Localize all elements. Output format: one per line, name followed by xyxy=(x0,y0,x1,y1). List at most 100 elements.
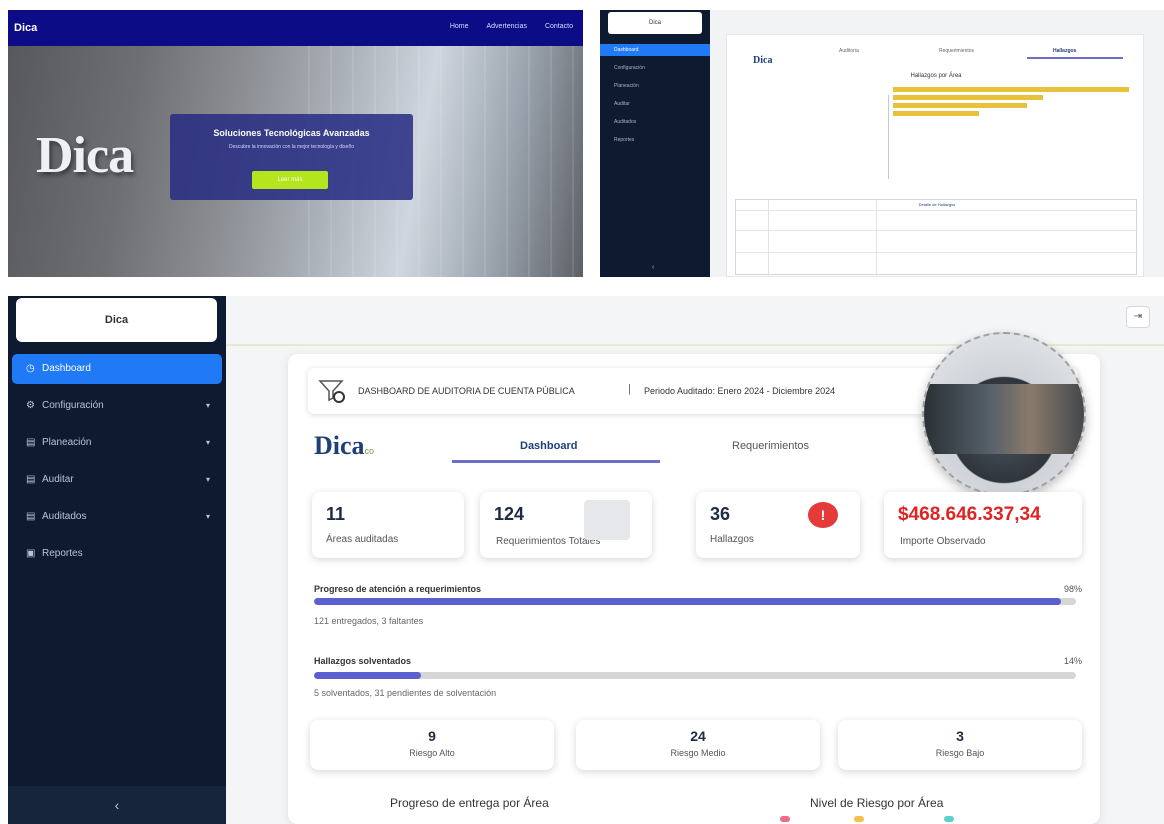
sidebar-item-configuracion[interactable]: Configuración xyxy=(600,62,710,74)
export-icon[interactable]: ⇥ xyxy=(1126,306,1150,328)
navbar-logo[interactable]: Dica xyxy=(14,22,37,34)
kpi-requerimientos: 124 Requerimientos Totales xyxy=(480,492,652,558)
kpi-hallazgos: 36 Hallazgos ! xyxy=(696,492,860,558)
nav-link-contacto[interactable]: Contacto xyxy=(545,23,573,30)
bar xyxy=(893,87,1129,92)
hero-card-subtitle: Descubre la innovación con la mejor tecn… xyxy=(228,144,355,150)
documents-icon xyxy=(584,500,630,540)
legend-swatch xyxy=(854,816,864,822)
sidebar-brand[interactable]: Dica xyxy=(16,298,217,342)
sidebar-item-dashboard[interactable]: ◷ Dashboard xyxy=(12,354,222,384)
sidebar-item-auditar[interactable]: Auditar xyxy=(600,98,710,110)
risk-value: 9 xyxy=(428,728,436,744)
sidebar-item-dashboard[interactable]: Dashboard xyxy=(600,44,710,56)
header-separator: | xyxy=(628,383,631,395)
hero-card-title: Soluciones Tecnológicas Avanzadas xyxy=(213,128,370,138)
chart-title: Hallazgos por Área xyxy=(910,73,962,79)
nav-link-advertencias[interactable]: Advertencias xyxy=(487,23,527,30)
calendar-icon: ▤ xyxy=(26,437,36,448)
sidebar-item-label: Planeación xyxy=(42,437,92,448)
risk-low-card: 3 Riesgo Bajo xyxy=(838,720,1082,770)
magnifier-overlay xyxy=(922,332,1086,496)
audit-period: Periodo Auditado: Enero 2024 - Diciembre… xyxy=(644,386,836,396)
dashboard-logo: Dicaco xyxy=(314,431,374,461)
kpi-label: Importe Observado xyxy=(900,536,986,547)
sidebar-item-reportes[interactable]: ▣ Reportes xyxy=(12,539,222,569)
kpi-label: Áreas auditadas xyxy=(326,534,399,545)
dashboard-icon: ◷ xyxy=(26,363,35,374)
kpi-label: Hallazgos xyxy=(710,534,754,545)
tab-hallazgos[interactable]: Hallazgos xyxy=(1053,48,1076,54)
card-logo: Dica xyxy=(753,55,773,66)
table-header: Detalle de Hallazgos xyxy=(918,202,956,207)
table-divider xyxy=(768,200,769,276)
sidebar-item-label: Auditar xyxy=(42,474,74,485)
warning-icon: ! xyxy=(808,502,838,528)
funnel-search-icon xyxy=(318,380,345,403)
chart-axis xyxy=(881,95,889,179)
sidebar-item-label: Auditados xyxy=(42,511,87,522)
calendar-icon: ▤ xyxy=(26,474,36,485)
progress-req-pct: 98% xyxy=(1064,584,1083,594)
sidebar-item-auditar[interactable]: ▤ Auditar ▾ xyxy=(12,465,222,495)
gear-icon: ⚙ xyxy=(26,400,35,411)
hero-card: Soluciones Tecnológicas Avanzadas Descub… xyxy=(170,114,413,200)
risk-medium-card: 24 Riesgo Medio xyxy=(576,720,820,770)
landing-screenshot: Dica Home Advertencias Contacto Dica Sol… xyxy=(8,10,583,277)
active-tab-indicator xyxy=(1027,57,1123,59)
sidebar: Dica ◷ Dashboard ⚙ Configuración ▾ ▤ Planeació… xyxy=(8,296,226,824)
kpi-areas: 11 Áreas auditadas xyxy=(312,492,464,558)
hero-logo-sign: Dica xyxy=(36,127,134,184)
table-divider xyxy=(876,200,877,276)
findings-card: Dica Auditoria Requerimientos Hallazgos … xyxy=(726,34,1144,277)
nav-link-home[interactable]: Home xyxy=(450,23,469,30)
tab-auditoria[interactable]: Auditoria xyxy=(839,48,859,54)
sidebar-brand[interactable]: Dica xyxy=(608,12,702,34)
collapse-sidebar-icon[interactable]: ‹ xyxy=(8,786,226,824)
tab-requerimientos[interactable]: Requerimientos xyxy=(732,440,809,452)
kpi-value: $468.646.337,34 xyxy=(898,504,1041,525)
sidebar: Dica Dashboard Configuración Planeación … xyxy=(600,10,710,277)
active-tab-indicator xyxy=(452,460,660,463)
logo-sub: co xyxy=(364,446,375,456)
legend-swatch xyxy=(944,816,954,822)
progress-hall-label: Hallazgos solventados xyxy=(314,656,412,666)
chevron-down-icon: ▾ xyxy=(205,438,210,447)
risk-label: Riesgo Alto xyxy=(409,748,455,758)
kpi-importe: $468.646.337,34 Importe Observado xyxy=(884,492,1082,558)
sidebar-item-configuraci-n[interactable]: ⚙ Configuración ▾ xyxy=(12,391,222,421)
logo-text: Dica xyxy=(314,431,365,460)
calendar-icon: ▤ xyxy=(26,511,36,522)
dashboard-card: DASHBOARD DE AUDITORIA DE CUENTA PÚBLICA… xyxy=(288,332,1100,824)
hero-cta-button[interactable]: Leer más xyxy=(252,171,328,189)
risk-label: Riesgo Bajo xyxy=(935,748,985,758)
risk-value: 3 xyxy=(956,728,964,744)
collapse-icon[interactable]: ‹ xyxy=(652,264,654,271)
sidebar-item-planeaci-n[interactable]: ▤ Planeación ▾ xyxy=(12,428,222,458)
risk-value: 24 xyxy=(690,728,706,744)
sidebar-item-planeacion[interactable]: Planeación xyxy=(600,80,710,92)
chevron-down-icon: ▾ xyxy=(205,512,210,521)
tab-requerimientos[interactable]: Requerimientos xyxy=(939,48,974,54)
sidebar-item-label: Dashboard xyxy=(42,363,91,374)
kpi-value: 124 xyxy=(494,504,525,524)
chevron-down-icon: ▾ xyxy=(205,401,210,410)
kpi-value: 11 xyxy=(326,504,346,524)
sidebar-item-label: Configuración xyxy=(42,400,104,411)
tab-dashboard[interactable]: Dashboard xyxy=(520,440,577,452)
sidebar-item-auditados[interactable]: Auditados xyxy=(600,116,710,128)
section-title-risk: Nivel de Riesgo por Área xyxy=(810,796,944,810)
dashboard-screenshot: Dica ◷ Dashboard ⚙ Configuración ▾ ▤ Planeació… xyxy=(8,296,1164,824)
report-icon: ▣ xyxy=(26,548,36,559)
bar xyxy=(893,111,979,116)
section-title-delivery: Progreso de entrega por Área xyxy=(390,796,549,810)
bar xyxy=(893,103,1027,108)
sidebar-item-reportes[interactable]: Reportes xyxy=(600,134,710,146)
top-navbar: Dica Home Advertencias Contacto xyxy=(8,10,583,46)
progress-req-track xyxy=(314,598,1076,605)
progress-req-sub: 121 entregados, 3 faltantes xyxy=(314,616,424,626)
progress-hall-fill xyxy=(314,672,421,679)
risk-high-card: 9 Riesgo Alto xyxy=(310,720,554,770)
findings-screenshot: Dica Dashboard Configuración Planeación … xyxy=(600,10,1164,277)
sidebar-item-auditados[interactable]: ▤ Auditados ▾ xyxy=(12,502,222,532)
